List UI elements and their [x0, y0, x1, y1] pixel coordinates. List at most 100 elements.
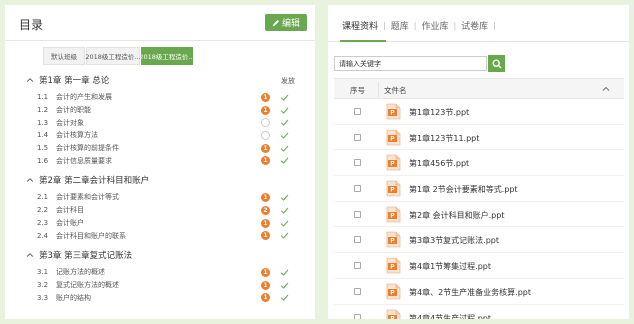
check-icon[interactable] — [280, 219, 289, 228]
section-name: 会计对象 — [56, 118, 84, 127]
file-name[interactable]: 第4章1节筹集过程.ppt — [409, 261, 491, 272]
chapter-header[interactable]: 第2章 第二章会计科目和账户 — [5, 169, 315, 191]
column-seq: 序号 — [350, 86, 365, 95]
ppt-file-icon: P — [386, 129, 401, 145]
table-row[interactable]: P 第1章123节11.ppt — [334, 125, 624, 151]
table-row[interactable]: P 第2章 会计科目和账户.ppt — [334, 202, 624, 228]
class-tabs: 默认班级 2018级工程造价... 2018级工程造价... — [43, 47, 195, 65]
row-checkbox[interactable] — [354, 185, 361, 193]
file-name[interactable]: 第1章456节.ppt — [409, 158, 469, 169]
section-name: 账户的结构 — [56, 293, 91, 302]
chevron-up-icon[interactable] — [26, 251, 34, 259]
check-icon[interactable] — [280, 131, 289, 140]
pencil-icon — [272, 19, 279, 26]
chapter-list: 第1章 第一章 总论 发放 1.1 会计的产生和发展 1 1.2 会计的职能 1 1.3 会计对象… — [5, 69, 315, 306]
section-item[interactable]: 3.1 记账方法的概述 1 — [5, 266, 315, 279]
table-row[interactable]: P 第3章3节复式记账法.ppt — [334, 227, 624, 254]
section-item[interactable]: 1.2 会计的职能 1 — [5, 104, 315, 117]
search-icon — [491, 58, 501, 68]
sort-up-icon[interactable] — [602, 85, 610, 93]
search-button[interactable] — [488, 55, 505, 72]
row-checkbox[interactable] — [354, 313, 361, 319]
count-badge: 1 — [261, 218, 270, 228]
section-number: 3.1 — [37, 268, 49, 277]
catalog-header: 目录 编辑 — [5, 5, 315, 41]
count-badge: 1 — [261, 156, 270, 166]
row-checkbox[interactable] — [354, 108, 361, 115]
check-icon[interactable] — [280, 193, 289, 202]
chevron-up-icon[interactable] — [26, 76, 34, 84]
chapter-header[interactable]: 第1章 第一章 总论 发放 — [5, 69, 315, 91]
check-icon[interactable] — [280, 93, 289, 102]
svg-text:P: P — [390, 110, 395, 117]
search-input[interactable]: 请输入关键字 — [334, 56, 487, 71]
tab-course-materials[interactable]: 课程资料 — [340, 19, 383, 32]
tab-class-2018-a[interactable]: 2018级工程造价... — [85, 47, 141, 65]
section-item[interactable]: 2.4 会计科目和账户的联系 1 — [5, 229, 315, 242]
file-name[interactable]: 第1章 2节会计要素和等式.ppt — [409, 184, 518, 195]
row-checkbox[interactable] — [354, 159, 361, 167]
column-filename[interactable]: 文件名 — [384, 85, 407, 96]
count-badge: 1 — [261, 105, 270, 115]
tab-class-2018-b[interactable]: 2018级工程造价... — [139, 47, 195, 65]
section-number: 1.1 — [37, 93, 49, 102]
file-name[interactable]: 第3章3节复式记账法.ppt — [409, 235, 499, 246]
file-name[interactable]: 第1章123节.ppt — [409, 107, 469, 118]
chapter: 第2章 第二章会计科目和账户 2.1 会计要素和会计等式 1 2.2 会计科目 2 2.3 会计… — [5, 169, 315, 242]
section-item[interactable]: 1.3 会计对象 — [5, 116, 315, 129]
check-icon[interactable] — [280, 106, 289, 115]
section-name: 记账方法的概述 — [56, 268, 105, 277]
table-row[interactable]: P 第1章456节.ppt — [334, 150, 624, 177]
check-icon[interactable] — [280, 281, 289, 290]
row-checkbox[interactable] — [354, 287, 361, 295]
svg-text:P: P — [390, 238, 395, 245]
row-checkbox[interactable] — [354, 236, 361, 244]
tab-exam-bank[interactable]: 试卷库 — [456, 19, 493, 32]
ppt-file-icon: P — [386, 206, 401, 223]
section-number: 1.2 — [37, 106, 49, 115]
tab-question-bank[interactable]: 题库 — [386, 19, 414, 32]
chapter-title: 第3章 第三章复式记账法 — [39, 250, 133, 261]
check-icon[interactable] — [280, 144, 289, 153]
file-name[interactable]: 第1章123节11.ppt — [409, 133, 479, 144]
check-icon[interactable] — [280, 293, 289, 302]
tab-homework-bank[interactable]: 作业库 — [416, 19, 453, 32]
svg-text:P: P — [390, 161, 395, 168]
section-item[interactable]: 3.3 账户的结构 1 — [5, 291, 315, 304]
check-icon[interactable] — [280, 231, 289, 240]
tab-default-class[interactable]: 默认班级 — [43, 47, 85, 65]
table-row[interactable]: P 第4章1节筹集过程.ppt — [334, 253, 624, 279]
count-badge: 1 — [261, 231, 270, 241]
check-icon[interactable] — [280, 206, 289, 215]
check-icon[interactable] — [280, 118, 289, 127]
check-icon[interactable] — [280, 268, 289, 277]
ppt-file-icon: P — [386, 283, 401, 300]
section-item[interactable]: 1.4 会计核算方法 — [5, 129, 315, 142]
row-checkbox[interactable] — [354, 133, 361, 141]
file-name[interactable]: 第2章 会计科目和账户.ppt — [409, 210, 504, 221]
section-item[interactable]: 1.1 会计的产生和发展 1 — [5, 91, 315, 104]
table-row[interactable]: P 第1章 2节会计要素和等式.ppt — [334, 176, 624, 202]
section-item[interactable]: 1.6 会计信息质量要求 1 — [5, 154, 315, 167]
count-badge: 1 — [261, 93, 270, 102]
check-icon[interactable] — [280, 156, 289, 165]
section-item[interactable]: 1.5 会计核算的前提条件 1 — [5, 142, 315, 155]
section-item[interactable]: 2.3 会计账户 1 — [5, 217, 315, 230]
chapter-header[interactable]: 第3章 第三章复式记账法 — [5, 244, 315, 266]
section-item[interactable]: 2.1 会计要素和会计等式 1 — [5, 191, 315, 204]
file-name[interactable]: 第4章4节生产过程.ppt — [409, 313, 491, 320]
row-checkbox[interactable] — [354, 262, 361, 270]
section-item[interactable]: 2.2 会计科目 2 — [5, 204, 315, 217]
file-name[interactable]: 第4章、2节生产准备业务核算.ppt — [409, 287, 531, 298]
table-row[interactable]: P 第4章4节生产过程.ppt — [334, 305, 624, 320]
edit-button[interactable]: 编辑 — [265, 14, 307, 31]
section-item[interactable]: 3.2 复式记账方法的概述 1 — [5, 279, 315, 292]
chevron-up-icon[interactable] — [26, 176, 34, 184]
table-row[interactable]: P 第1章123节.ppt — [334, 99, 624, 125]
edit-button-label: 编辑 — [281, 19, 300, 29]
count-badge: 1 — [261, 193, 270, 203]
table-row[interactable]: P 第4章、2节生产准备业务核算.ppt — [334, 279, 624, 305]
row-checkbox[interactable] — [354, 210, 361, 218]
empty-circle-icon — [261, 131, 270, 141]
section-name: 会计要素和会计等式 — [56, 193, 119, 202]
